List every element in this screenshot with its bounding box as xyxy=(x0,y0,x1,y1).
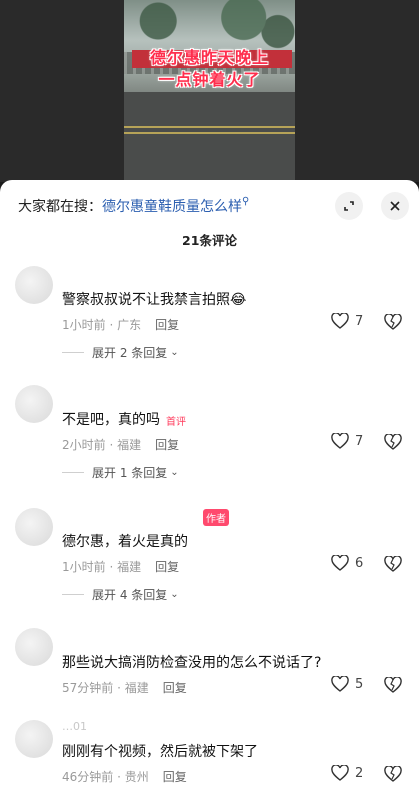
comment-text: 警察叔叔说不让我禁言拍照😂 xyxy=(62,289,246,309)
comment-time: 46分钟前 · 贵州 xyxy=(62,770,149,784)
like-count: 2 xyxy=(355,765,364,781)
expand-replies-label: 展开 4 条回复 xyxy=(92,588,168,602)
reply-button[interactable]: 回复 xyxy=(163,770,187,784)
divider xyxy=(62,594,84,595)
expand-icon xyxy=(344,201,354,211)
close-icon xyxy=(390,201,400,211)
broken-heart-icon xyxy=(384,765,402,782)
comment-meta: 1小时前 · 福建 回复 xyxy=(62,558,179,575)
first-comment-tag: 首评 xyxy=(166,416,186,428)
expand-replies[interactable]: 展开 4 条回复 ⌄ xyxy=(62,586,179,603)
heart-icon xyxy=(331,765,349,781)
chevron-down-icon: ⌄ xyxy=(170,589,179,600)
author-tag: 作者 xyxy=(203,509,229,526)
dislike-button[interactable] xyxy=(384,433,402,452)
comment-time: 57分钟前 · 福建 xyxy=(62,681,149,695)
comment-text: 那些说大搞消防检查没用的怎么不说话了? xyxy=(62,655,322,671)
related-search-prefix: 大家都在搜： xyxy=(18,199,102,215)
chevron-down-icon: ⌄ xyxy=(170,347,179,358)
avatar[interactable] xyxy=(15,508,53,546)
like-button[interactable]: 7 xyxy=(331,433,363,449)
heart-icon xyxy=(331,433,349,449)
comment-text: 不是吧，真的吗 首评 xyxy=(62,409,186,429)
expand-replies[interactable]: 展开 2 条回复 ⌄ xyxy=(62,344,179,361)
expand-replies-label: 展开 2 条回复 xyxy=(92,346,168,360)
username[interactable]: …01 xyxy=(62,720,87,734)
dislike-button[interactable] xyxy=(384,765,402,784)
video-caption-line-2: 一点钟着火了 xyxy=(158,70,261,89)
like-button[interactable]: 6 xyxy=(331,555,363,571)
expand-replies[interactable]: 展开 1 条回复 ⌄ xyxy=(62,464,179,481)
avatar[interactable] xyxy=(15,385,53,423)
related-search: 大家都在搜：德尔惠童鞋质量怎么样⚲ xyxy=(18,196,249,216)
like-count: 6 xyxy=(355,555,364,571)
dislike-button[interactable] xyxy=(384,676,402,695)
comment-meta: 2小时前 · 福建 回复 xyxy=(62,436,179,453)
like-count: 7 xyxy=(355,313,364,329)
video-frame: 德尔惠昨天晚上 一点钟着火了 xyxy=(124,0,295,182)
avatar[interactable] xyxy=(15,720,53,758)
comment-text-body: 不是吧，真的吗 xyxy=(62,412,160,428)
broken-heart-icon xyxy=(384,676,402,693)
expand-replies-label: 展开 1 条回复 xyxy=(92,466,168,480)
reply-button[interactable]: 回复 xyxy=(155,560,179,574)
video-caption-line-1: 德尔惠昨天晚上 xyxy=(149,48,269,67)
comment-text: 德尔惠，着火是真的 xyxy=(62,534,188,550)
search-icon[interactable]: ⚲ xyxy=(242,196,249,207)
comment-meta: 46分钟前 · 贵州 回复 xyxy=(62,768,187,785)
related-search-link[interactable]: 德尔惠童鞋质量怎么样 xyxy=(102,199,242,215)
avatar[interactable] xyxy=(15,628,53,666)
broken-heart-icon xyxy=(384,433,402,450)
chevron-down-icon: ⌄ xyxy=(170,467,179,478)
dislike-button[interactable] xyxy=(384,555,402,574)
heart-icon xyxy=(331,555,349,571)
divider xyxy=(62,472,84,473)
divider xyxy=(62,352,84,353)
broken-heart-icon xyxy=(384,313,402,330)
video-road xyxy=(124,92,295,182)
close-button[interactable] xyxy=(381,192,409,220)
like-button[interactable]: 7 xyxy=(331,313,363,329)
like-button[interactable]: 5 xyxy=(331,676,363,692)
laugh-cry-emoji: 😂 xyxy=(230,292,247,308)
like-button[interactable]: 2 xyxy=(331,765,363,781)
comment-meta: 57分钟前 · 福建 回复 xyxy=(62,679,187,696)
broken-heart-icon xyxy=(384,555,402,572)
avatar[interactable] xyxy=(15,266,53,304)
road-line xyxy=(124,126,295,128)
reply-button[interactable]: 回复 xyxy=(163,681,187,695)
comment-text-body: 警察叔叔说不让我禁言拍照 xyxy=(62,292,230,308)
road-line xyxy=(124,132,295,134)
comment-sheet: 大家都在搜：德尔惠童鞋质量怎么样⚲ 21条评论 警察叔叔说不让我禁言拍照😂 1小… xyxy=(0,180,419,800)
comment-time: 1小时前 · 广东 xyxy=(62,318,142,332)
heart-icon xyxy=(331,313,349,329)
dislike-button[interactable] xyxy=(384,313,402,332)
like-count: 5 xyxy=(355,676,364,692)
reply-button[interactable]: 回复 xyxy=(155,318,179,332)
like-count: 7 xyxy=(355,433,364,449)
comment-text: 刚刚有个视频，然后就被下架了 xyxy=(62,744,258,760)
comment-count: 21条评论 xyxy=(182,233,237,248)
expand-sheet-button[interactable] xyxy=(335,192,363,220)
comment-meta: 1小时前 · 广东 回复 xyxy=(62,316,179,333)
comment-time: 2小时前 · 福建 xyxy=(62,438,142,452)
heart-icon xyxy=(331,676,349,692)
reply-button[interactable]: 回复 xyxy=(155,438,179,452)
video-player[interactable]: 德尔惠昨天晚上 一点钟着火了 xyxy=(0,0,419,182)
comment-time: 1小时前 · 福建 xyxy=(62,560,142,574)
